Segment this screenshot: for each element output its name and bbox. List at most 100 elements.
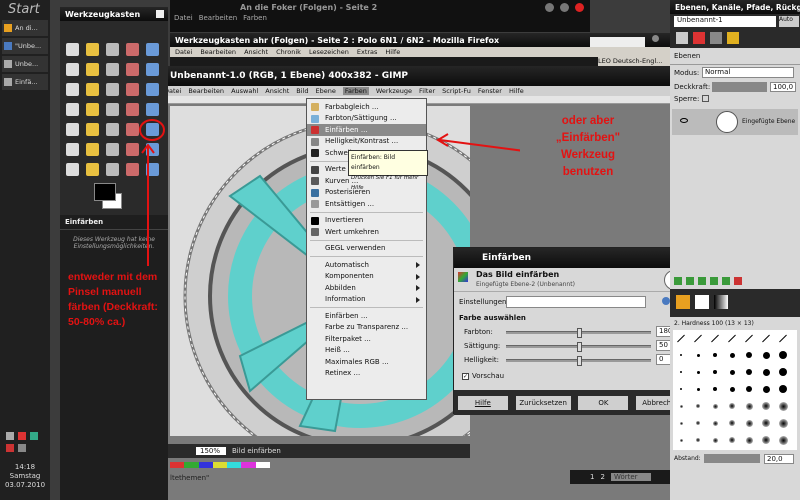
- foreground-select-icon[interactable]: [86, 63, 99, 76]
- brush-swatch[interactable]: [746, 369, 752, 375]
- bg-menu-bearbeiten[interactable]: Bearbeiten: [199, 14, 237, 22]
- taskbar-item[interactable]: "Unbe...: [2, 38, 48, 54]
- delete-layer-button[interactable]: [734, 277, 742, 285]
- taskbar-item[interactable]: An di...: [2, 20, 48, 36]
- toolbox-close-button[interactable]: [156, 10, 164, 18]
- brush-swatch[interactable]: [729, 437, 735, 443]
- volume-icon[interactable]: [6, 432, 14, 440]
- lower-layer-button[interactable]: [698, 277, 706, 285]
- undo-tab-icon[interactable]: [727, 32, 739, 44]
- crop-icon[interactable]: [126, 83, 139, 96]
- opacity-slider[interactable]: [712, 82, 767, 92]
- ink-icon[interactable]: [106, 143, 119, 156]
- brush-swatch[interactable]: [778, 435, 788, 445]
- brush-swatch[interactable]: [745, 436, 753, 444]
- close-button[interactable]: [575, 3, 584, 12]
- blur-icon[interactable]: [86, 163, 99, 176]
- dodge-burn-icon[interactable]: [126, 163, 139, 176]
- brush-swatch[interactable]: [677, 334, 685, 342]
- page-field[interactable]: Wörter: [610, 473, 651, 481]
- slider-track[interactable]: [506, 342, 651, 352]
- brush-swatch[interactable]: [696, 370, 700, 374]
- colors-menu-item[interactable]: Farbton/Sättigung ...: [307, 113, 426, 125]
- presets-select[interactable]: [506, 296, 646, 308]
- colors-menu-item[interactable]: Komponenten: [307, 271, 426, 283]
- blend-icon[interactable]: [106, 123, 119, 136]
- gradients-tab-icon[interactable]: [714, 295, 728, 309]
- brush-swatch[interactable]: [779, 368, 787, 376]
- brush-swatch[interactable]: [680, 388, 682, 390]
- brush-swatch[interactable]: [711, 334, 719, 342]
- brush-swatch[interactable]: [729, 352, 735, 358]
- colors-menu-item[interactable]: Einfärben ...: [307, 310, 426, 322]
- brush-swatch[interactable]: [745, 402, 753, 410]
- paths-tab-icon[interactable]: [710, 32, 722, 44]
- brush-swatch[interactable]: [778, 401, 788, 411]
- brush-swatch[interactable]: [696, 404, 700, 408]
- auto-button[interactable]: Auto: [779, 16, 799, 27]
- firefox-menu-item[interactable]: Datei: [175, 48, 192, 56]
- visibility-eye-icon[interactable]: [680, 118, 688, 123]
- brush-swatch[interactable]: [762, 385, 770, 393]
- colors-menu-item[interactable]: Einfärben ...: [307, 124, 426, 136]
- layer-name[interactable]: Eingefügte Ebene: [742, 118, 795, 125]
- firefox-menu-item[interactable]: Chronik: [276, 48, 301, 56]
- gimp-menu-item[interactable]: Auswahl: [231, 87, 258, 95]
- brush-swatch[interactable]: [762, 419, 770, 427]
- colors-menu-item[interactable]: Abbilden: [307, 282, 426, 294]
- brush-swatch[interactable]: [696, 438, 700, 442]
- presets-add-button[interactable]: [662, 297, 670, 305]
- gimp-menu-item[interactable]: Script-Fu: [442, 87, 471, 95]
- colors-menu-item[interactable]: Automatisch: [307, 259, 426, 271]
- network-icon[interactable]: [18, 432, 26, 440]
- maximize-button[interactable]: [560, 3, 569, 12]
- shield-icon[interactable]: [6, 444, 14, 452]
- spacing-slider[interactable]: [704, 454, 760, 463]
- brush-swatch[interactable]: [745, 334, 753, 342]
- colors-menu-item[interactable]: Farbabgleich ...: [307, 101, 426, 113]
- brush-swatch[interactable]: [745, 419, 753, 427]
- page-2-button[interactable]: 2: [600, 473, 604, 481]
- brush-swatch[interactable]: [696, 421, 700, 425]
- shear-icon[interactable]: [86, 103, 99, 116]
- firefox-menu-item[interactable]: Ansicht: [244, 48, 268, 56]
- duplicate-layer-button[interactable]: [710, 277, 718, 285]
- ff-minimize-button[interactable]: [652, 35, 659, 42]
- flip-icon[interactable]: [126, 103, 139, 116]
- opacity-value[interactable]: 100,0: [770, 82, 796, 92]
- colors-menu-item[interactable]: Helligkeit/Kontrast ...: [307, 136, 426, 148]
- brush-grid[interactable]: [673, 330, 797, 450]
- brush-swatch[interactable]: [712, 403, 718, 409]
- colors-menu-item[interactable]: Maximales RGB ...: [307, 356, 426, 368]
- reset-button[interactable]: Zurücksetzen: [515, 395, 571, 410]
- rotate-icon[interactable]: [146, 83, 159, 96]
- colors-menu-item[interactable]: Information: [307, 294, 426, 306]
- brush-swatch[interactable]: [779, 385, 787, 393]
- search-field[interactable]: [590, 37, 645, 47]
- brush-swatch[interactable]: [713, 370, 717, 374]
- ellipse-select-icon[interactable]: [86, 43, 99, 56]
- measure-icon[interactable]: [66, 83, 79, 96]
- brush-swatch[interactable]: [779, 334, 787, 342]
- brush-swatch[interactable]: [779, 351, 787, 359]
- gimp-menu-item[interactable]: Fenster: [478, 87, 502, 95]
- brush-swatch[interactable]: [728, 334, 736, 342]
- colors-menu-item[interactable]: Farbe zu Transparenz ...: [307, 322, 426, 334]
- brush-swatch[interactable]: [680, 354, 682, 356]
- brush-swatch[interactable]: [729, 386, 735, 392]
- taskbar-item[interactable]: Einfä...: [2, 74, 48, 90]
- cage-icon[interactable]: [146, 103, 159, 116]
- anchor-layer-button[interactable]: [722, 277, 730, 285]
- brush-swatch[interactable]: [762, 436, 770, 444]
- brush-swatch[interactable]: [729, 403, 735, 409]
- brush-swatch[interactable]: [746, 386, 752, 392]
- brush-swatch[interactable]: [762, 334, 770, 342]
- bookmark-item[interactable]: LEO Deutsch-Engl...: [598, 57, 670, 66]
- raise-layer-button[interactable]: [686, 277, 694, 285]
- security-icon[interactable]: [30, 432, 38, 440]
- eraser-icon[interactable]: [66, 143, 79, 156]
- brush-swatch[interactable]: [696, 353, 700, 357]
- paintbrush-icon[interactable]: [146, 123, 159, 136]
- align-icon[interactable]: [106, 83, 119, 96]
- gimp-menu-item[interactable]: Bearbeiten: [188, 87, 224, 95]
